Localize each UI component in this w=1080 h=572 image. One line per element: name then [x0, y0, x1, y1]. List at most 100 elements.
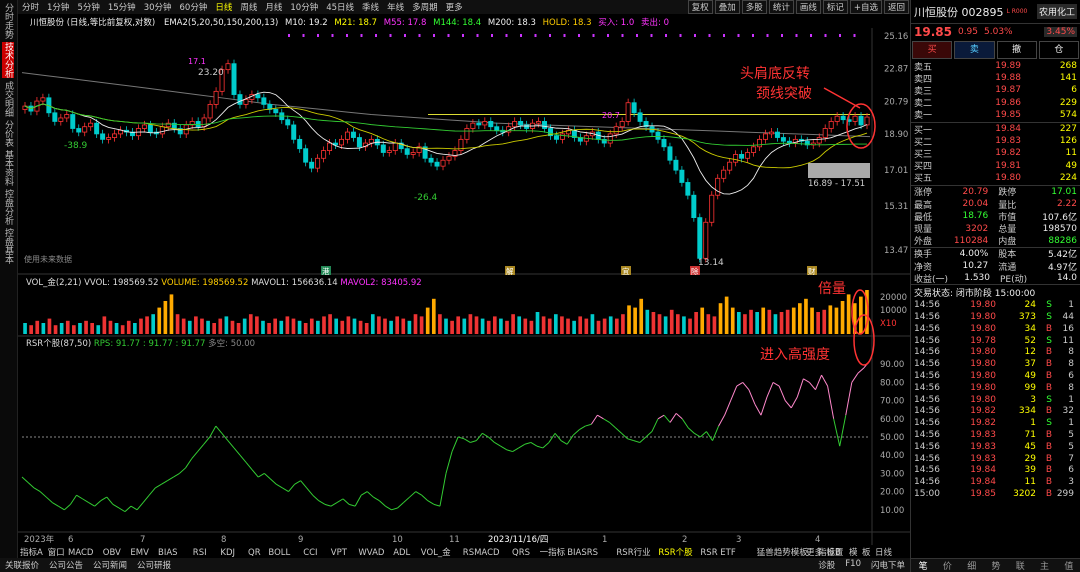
stats-table: 涨停 20.79 跌停 17.01 最高 20.04 量比 2.22 最低 18.76 市值 107.… — [911, 186, 1080, 248]
volume-bar — [578, 316, 583, 334]
indicator-tab[interactable]: CCI — [303, 548, 317, 558]
rsr-segment — [790, 396, 798, 409]
indicator-tab[interactable]: MACD — [68, 548, 94, 558]
rsr-segment — [633, 440, 640, 443]
indicator-tab[interactable]: RSR行业 — [616, 547, 650, 558]
indicator-tab[interactable]: 猛兽趋势模板 — [757, 547, 809, 558]
volume-bar — [492, 316, 497, 334]
bottom-right-0[interactable]: 诊股 — [818, 559, 835, 571]
tick-tab-1[interactable]: 价 — [935, 559, 959, 572]
bottom-link-0[interactable]: 关联报价 — [5, 559, 39, 571]
volume-bar — [242, 318, 247, 334]
left-tab-6[interactable]: 控盘基本 — [2, 228, 14, 264]
tick-row: 14:56 19.82 1 S 1 — [911, 417, 1080, 429]
indicator-tab[interactable]: VOL_金 — [421, 547, 451, 558]
price-tick: 22.87 — [884, 65, 908, 75]
stat-label: 换手 — [914, 250, 933, 261]
left-tab-3[interactable]: 分价表 — [2, 120, 14, 147]
indicator-tab[interactable]: EMV — [130, 548, 149, 558]
left-tab-0[interactable]: 分时走势 — [2, 3, 14, 39]
tick-row: 14:56 19.78 52 S 11 — [911, 335, 1080, 347]
tick-side: B — [1045, 371, 1052, 382]
candle — [852, 115, 858, 122]
indicator-tab[interactable]: BIAS — [158, 548, 178, 558]
tick-tab-6[interactable]: 值 — [1057, 559, 1080, 572]
signal-dot — [853, 34, 856, 37]
indicator-tab[interactable]: RSI — [193, 548, 207, 558]
tick-time: 14:56 — [914, 335, 940, 346]
indicator-right-tab[interactable]: 日线 — [875, 547, 893, 558]
volume-bar — [779, 312, 784, 334]
bottom-link-1[interactable]: 公司公告 — [49, 559, 83, 571]
volume-bar — [474, 316, 479, 334]
rsr-segment — [142, 494, 150, 503]
tick-tab-4[interactable]: 联 — [1008, 559, 1032, 572]
position-button[interactable]: 仓 — [1038, 41, 1079, 59]
tick-list[interactable]: 14:56 19.80 24 S 1 14:56 19.80 373 S 44 14:56 19.80… — [911, 299, 1080, 500]
volume-bar — [480, 318, 485, 334]
bottom-right-2[interactable]: 闪电下单 — [871, 559, 905, 571]
candle — [816, 137, 822, 144]
indicator-tab[interactable]: 一指标 — [540, 547, 566, 558]
indicator-right-tab[interactable]: 模 — [849, 547, 858, 558]
rsr-segment — [657, 414, 665, 420]
volume-bar — [224, 316, 229, 334]
volume-bar — [419, 316, 424, 334]
indicator-tab[interactable]: QR — [248, 548, 261, 558]
bottom-right-1[interactable]: F10 — [845, 559, 861, 571]
candle — [297, 138, 303, 150]
rsr-segment — [45, 496, 53, 503]
indicator-tab[interactable]: BOLL — [268, 548, 290, 558]
indicator-tab[interactable]: RSR ETF — [700, 548, 735, 558]
sell-button[interactable]: 卖 — [954, 41, 995, 59]
rsr-segment — [681, 418, 689, 429]
volume-bar — [639, 298, 644, 334]
indicator-right-tab[interactable]: 板 — [862, 547, 871, 558]
stat-value: 110284 — [953, 235, 989, 246]
tick-side: B — [1045, 347, 1052, 358]
indicator-right-tab[interactable]: 指标B — [818, 547, 841, 558]
tick-volume: 71 — [1024, 430, 1036, 441]
tick-row: 14:56 19.80 99 B 8 — [911, 382, 1080, 394]
candle — [494, 126, 500, 131]
left-tab-2[interactable]: 成交明细 — [2, 81, 14, 117]
tick-tab-0[interactable]: 笔 — [911, 559, 935, 572]
stat-row: 最低 18.76 市值 107.6亿 — [911, 210, 1080, 223]
volume-bar — [72, 325, 76, 334]
rsr-segment — [506, 449, 513, 453]
indicator-tab[interactable]: 指标A — [20, 547, 43, 558]
buy-button[interactable]: 买 — [912, 41, 953, 59]
rsr-segment — [373, 496, 380, 502]
indicator-tab[interactable]: RSMACD — [463, 548, 500, 558]
cancel-button[interactable]: 撤 — [996, 41, 1037, 59]
indicator-tab[interactable]: WVAD — [358, 548, 384, 558]
candle — [231, 63, 237, 95]
indicator-tab[interactable]: QRS — [512, 548, 530, 558]
volume-bar — [535, 312, 540, 334]
left-tab-5[interactable]: 控盘分析 — [2, 189, 14, 225]
ask-label: 卖五 — [914, 62, 933, 73]
left-tab-1[interactable]: 技术分析 — [2, 42, 14, 78]
rsr-segment — [669, 413, 677, 423]
bottom-link-3[interactable]: 公司研报 — [137, 559, 171, 571]
rsr-segment — [409, 491, 417, 498]
indicator-tab[interactable]: OBV — [103, 548, 121, 558]
indicator-tab[interactable]: 窗口 — [48, 547, 65, 558]
x-axis-label: 8 — [221, 535, 226, 545]
sector-label[interactable]: 农用化工 — [1036, 4, 1077, 19]
signal-dot — [781, 34, 783, 37]
indicator-tab[interactable]: ADL — [393, 548, 410, 558]
volume-bar — [462, 318, 467, 334]
tick-tab-3[interactable]: 势 — [984, 559, 1008, 572]
tick-tab-2[interactable]: 细 — [960, 559, 984, 572]
indicator-tab[interactable]: VPT — [331, 548, 348, 558]
tick-tab-5[interactable]: 主 — [1032, 559, 1056, 572]
price-tick: 17.01 — [884, 166, 908, 176]
indicator-tab[interactable]: BIASRS — [567, 548, 598, 558]
bottom-link-2[interactable]: 公司新闻 — [93, 559, 127, 571]
left-tab-4[interactable]: 基本资料 — [2, 150, 14, 186]
kline-chart[interactable]: 25.1622.8720.7918.9017.0115.3113.47头肩底反转… — [18, 0, 910, 558]
indicator-tab[interactable]: RSR个股 — [658, 548, 693, 558]
rsr-segment — [270, 478, 277, 485]
indicator-tab[interactable]: KDJ — [220, 548, 235, 558]
